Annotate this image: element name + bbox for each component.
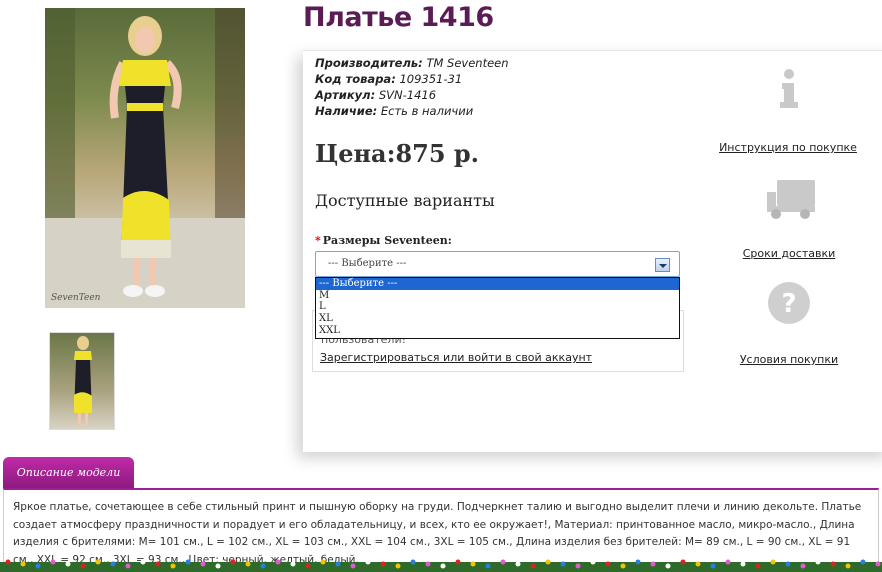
thumbnail-illustration [74, 336, 92, 425]
meta-manufacturer: Производитель: TM Seventeen [315, 56, 509, 70]
conditions-item[interactable]: Условия покупки [719, 353, 859, 366]
festive-garland [0, 556, 882, 572]
product-meta: Производитель: TM Seventeen Код товара: … [315, 55, 509, 119]
product-title: Платье 1416 [303, 2, 494, 33]
register-login-link[interactable]: Зарегистрироваться или войти в свой акка… [320, 351, 592, 364]
instruction-item[interactable]: Инструкция по покупке [718, 141, 858, 154]
info-icon[interactable] [776, 68, 802, 114]
dress-photo-illustration: SevenTeen [45, 8, 245, 308]
truck-icon[interactable] [765, 178, 817, 224]
size-dropdown-list[interactable]: --- Выберите --- M L XL XXL [315, 277, 680, 339]
size-option-placeholder[interactable]: --- Выберите --- [316, 278, 679, 290]
variants-heading: Доступные варианты [315, 191, 495, 210]
size-option-m[interactable]: M [316, 290, 679, 302]
conditions-link[interactable]: Условия покупки [719, 353, 859, 366]
size-select[interactable]: --- Выберите --- [315, 251, 680, 277]
required-mark: * [315, 234, 321, 247]
size-select-label: * Размеры Seventeen: [315, 234, 452, 247]
question-icon[interactable]: ? [766, 280, 812, 330]
meta-availability: Наличие: Есть в наличии [315, 104, 474, 118]
instruction-link[interactable]: Инструкция по покупке [718, 141, 858, 154]
product-main-photo[interactable]: SevenTeen [45, 8, 245, 308]
delivery-link[interactable]: Сроки доставки [719, 247, 859, 260]
photo-watermark: SevenTeen [51, 293, 101, 303]
size-option-xl[interactable]: XL [316, 313, 679, 325]
svg-text:?: ? [781, 289, 796, 319]
product-price: Цена:875 р. [315, 139, 480, 168]
size-select-value: --- Выберите --- [328, 258, 407, 269]
product-thumbnail[interactable] [49, 332, 115, 430]
size-option-xxl[interactable]: XXL [316, 325, 679, 337]
size-option-l[interactable]: L [316, 301, 679, 313]
tab-description[interactable]: Описание модели [3, 457, 134, 488]
meta-article: Артикул: SVN-1416 [315, 88, 437, 102]
chevron-down-icon[interactable] [655, 258, 670, 272]
meta-product-code: Код товара: 109351-31 [315, 72, 463, 86]
delivery-item[interactable]: Сроки доставки [719, 247, 859, 260]
